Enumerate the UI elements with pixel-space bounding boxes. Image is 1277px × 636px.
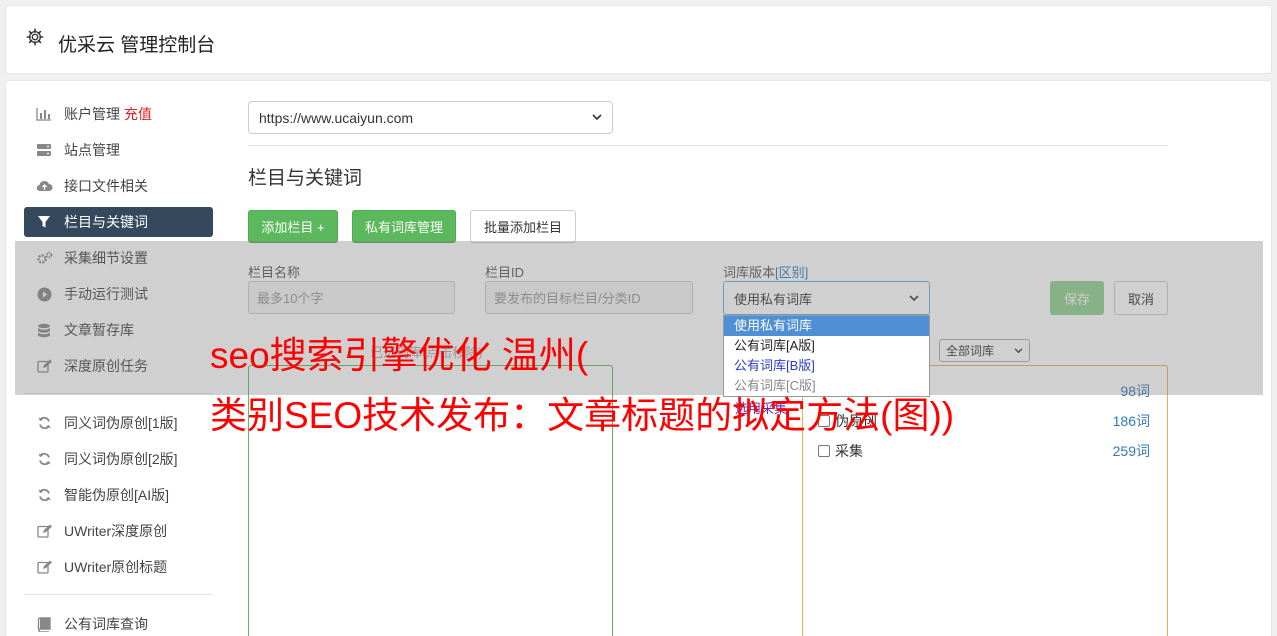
sidebar-item-public-lib[interactable]: 公有词库查询 — [24, 609, 213, 636]
sidebar-item-label: 同义词伪原创[1版] — [64, 415, 178, 431]
sidebar-item-label: 同义词伪原创[2版] — [64, 451, 178, 467]
sidebar-item-sites[interactable]: 站点管理 — [24, 135, 213, 165]
sidebar-item-label: 账户管理 — [64, 106, 120, 122]
dropdown-option[interactable]: 公有词库[B版] — [724, 356, 929, 376]
page-title: 优采云 管理控制台 — [58, 35, 216, 56]
watermark-line-2: 类别SEO技术发布：文章标题的拟定方法(图)) — [210, 395, 955, 436]
server-icon — [35, 142, 53, 158]
sidebar-item-label: 栏目与关键词 — [64, 214, 148, 230]
lib-row[interactable]: 采集 259词 — [818, 441, 1150, 461]
overlay-band — [15, 241, 1263, 395]
book-icon — [35, 616, 53, 632]
divider — [248, 145, 1168, 146]
refresh-icon — [35, 415, 53, 431]
sidebar-item-uwriter-title[interactable]: UWriter原创标题 — [24, 552, 213, 582]
sidebar-item-columns-keywords[interactable]: 栏目与关键词 — [24, 207, 213, 237]
dropdown-option[interactable]: 公有词库[A版] — [724, 336, 929, 356]
lib-count: 186词 — [1112, 413, 1150, 429]
refresh-icon — [35, 487, 53, 503]
sidebar-item-label: 站点管理 — [64, 142, 120, 158]
filter-icon — [35, 214, 53, 230]
dropdown-option[interactable]: 使用私有词库 — [724, 316, 929, 336]
sidebar-divider — [24, 594, 213, 595]
gear-icon — [26, 28, 44, 46]
chevron-down-icon — [592, 114, 602, 121]
edit-icon — [35, 523, 53, 539]
sidebar-item-api-files[interactable]: 接口文件相关 — [24, 171, 213, 201]
cloud-upload-icon — [35, 178, 53, 194]
batch-add-button[interactable]: 批量添加栏目 — [470, 210, 576, 243]
private-lib-button[interactable]: 私有词库管理 — [352, 210, 456, 243]
site-select[interactable]: https://www.ucaiyun.com — [248, 101, 613, 134]
sidebar-item-label: UWriter原创标题 — [64, 559, 168, 575]
sidebar-item-uwriter-deep[interactable]: UWriter深度原创 — [24, 516, 213, 546]
lib-checkbox[interactable] — [818, 445, 830, 457]
lib-name: 采集 — [835, 443, 863, 459]
sidebar-item-ai-rewrite[interactable]: 智能伪原创[AI版] — [24, 480, 213, 510]
section-title: 栏目与关键词 — [248, 168, 363, 189]
sidebar-item-synonym-v1[interactable]: 同义词伪原创[1版] — [24, 408, 213, 438]
watermark-line-1: seo搜索引擎优化 温州( — [210, 335, 589, 376]
recharge-link[interactable]: 充值 — [124, 104, 152, 124]
sidebar-item-label: 公有词库查询 — [64, 616, 148, 632]
add-column-button[interactable]: 添加栏目 + — [248, 210, 338, 243]
sidebar-item-label: 智能伪原创[AI版] — [64, 487, 170, 503]
sidebar-item-label: 接口文件相关 — [64, 178, 148, 194]
sidebar-item-synonym-v2[interactable]: 同义词伪原创[2版] — [24, 444, 213, 474]
refresh-icon — [35, 451, 53, 467]
sidebar-item-account[interactable]: 账户管理 充值 — [24, 99, 213, 129]
top-header: 优采云 管理控制台 — [5, 5, 1272, 74]
edit-icon — [35, 559, 53, 575]
site-select-value: https://www.ucaiyun.com — [259, 109, 414, 126]
bar-chart-icon — [35, 106, 53, 122]
lib-count: 259词 — [1112, 443, 1150, 459]
sidebar-item-label: UWriter深度原创 — [64, 523, 168, 539]
